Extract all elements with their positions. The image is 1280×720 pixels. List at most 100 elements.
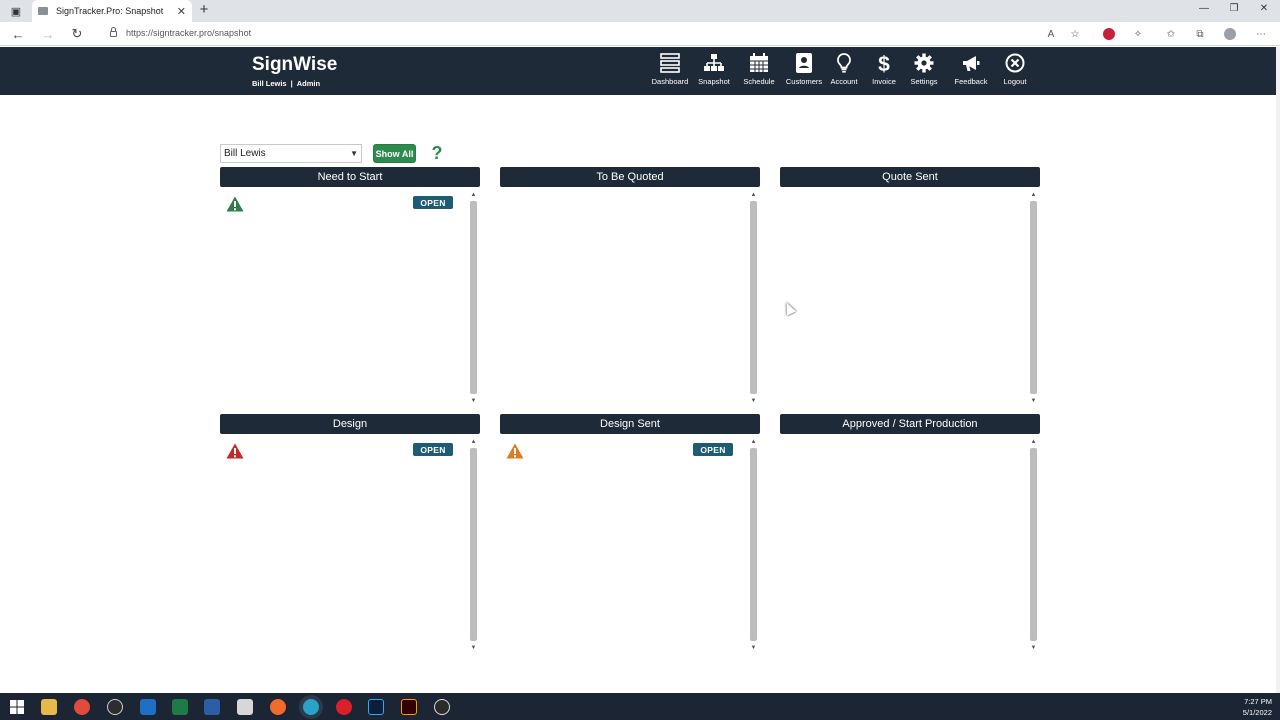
- scroll-thumb[interactable]: [470, 201, 477, 394]
- app-icon-gray[interactable]: [237, 699, 253, 715]
- column-body-to-be-quoted: [500, 190, 760, 405]
- address-book-icon: [796, 53, 812, 73]
- column-scrollbar[interactable]: ▲ ▼: [1029, 191, 1038, 405]
- nav-logout[interactable]: Logout: [992, 53, 1038, 89]
- nav-settings[interactable]: Settings: [901, 53, 947, 89]
- show-all-button[interactable]: Show All: [373, 144, 416, 163]
- scroll-up-icon[interactable]: ▲: [749, 438, 758, 446]
- scroll-thumb[interactable]: [750, 201, 757, 394]
- dollar-icon: $: [878, 53, 890, 73]
- app-icon-red[interactable]: [74, 699, 90, 715]
- photoshop-icon[interactable]: [368, 699, 384, 715]
- outlook-icon[interactable]: [140, 699, 156, 715]
- nav-settings-label: Settings: [910, 77, 938, 86]
- taskbar-clock[interactable]: 7:27 PM 5/1/2022: [1243, 696, 1272, 718]
- collections-icon[interactable]: ⧉: [1193, 27, 1207, 41]
- excel-icon[interactable]: [172, 699, 188, 715]
- scroll-thumb[interactable]: [750, 448, 757, 641]
- read-aloud-icon[interactable]: A: [1044, 27, 1058, 41]
- column-scrollbar[interactable]: ▲ ▼: [469, 191, 478, 405]
- clock-time: 7:27 PM: [1244, 697, 1272, 706]
- screen-recorder-icon[interactable]: [434, 699, 450, 715]
- scroll-up-icon[interactable]: ▲: [1029, 191, 1038, 199]
- nav-snapshot[interactable]: Snapshot: [691, 53, 737, 89]
- nav-dashboard[interactable]: Dashboard: [647, 53, 693, 89]
- scroll-down-icon[interactable]: ▼: [1029, 644, 1038, 652]
- scroll-up-icon[interactable]: ▲: [469, 438, 478, 446]
- forward-icon[interactable]: →: [40, 26, 56, 42]
- restore-window-icon[interactable]: ❐: [1224, 3, 1244, 14]
- open-badge[interactable]: OPEN: [413, 443, 453, 456]
- scroll-thumb[interactable]: [1030, 448, 1037, 641]
- column-body-design: [220, 437, 480, 652]
- user-role: Admin: [296, 79, 321, 88]
- open-badge[interactable]: OPEN: [693, 443, 733, 456]
- word-icon[interactable]: [204, 699, 220, 715]
- svg-text:$: $: [878, 53, 890, 73]
- scroll-thumb[interactable]: [1030, 201, 1037, 394]
- favorite-star-icon[interactable]: ☆: [1068, 27, 1082, 41]
- scroll-down-icon[interactable]: ▼: [469, 644, 478, 652]
- close-window-icon[interactable]: ✕: [1254, 3, 1274, 14]
- warning-icon: [226, 196, 244, 212]
- url-text: https://signtracker.pro/snapshot: [126, 28, 252, 38]
- extension-icon[interactable]: [1102, 27, 1116, 41]
- column-header-quote-sent: Quote Sent: [780, 167, 1040, 187]
- new-tab-icon[interactable]: +: [196, 2, 212, 18]
- back-icon[interactable]: ←: [10, 26, 26, 42]
- scroll-down-icon[interactable]: ▼: [469, 397, 478, 405]
- nav-schedule[interactable]: Schedule: [736, 53, 782, 89]
- close-tab-icon[interactable]: ✕: [177, 5, 186, 18]
- browser-tab-strip: ▣ SignTracker.Pro: Snapshot ✕ + — ❐ ✕: [0, 0, 1280, 22]
- profile-icon[interactable]: [1223, 27, 1237, 41]
- lock-icon: [110, 27, 117, 37]
- scroll-up-icon[interactable]: ▲: [469, 191, 478, 199]
- minimize-window-icon[interactable]: —: [1194, 3, 1214, 14]
- app-header: [0, 47, 1276, 95]
- help-icon[interactable]: ?: [430, 143, 444, 163]
- brand-logo[interactable]: SignWise: [252, 54, 337, 76]
- nav-feedback[interactable]: Feedback: [948, 53, 994, 89]
- url-field[interactable]: https://signtracker.pro/snapshot: [110, 27, 252, 38]
- firefox-icon[interactable]: [270, 699, 286, 715]
- column-body-design-sent: [500, 437, 760, 652]
- user-filter-select[interactable]: Bill Lewis ▼: [220, 144, 362, 163]
- illustrator-icon[interactable]: [401, 699, 417, 715]
- sitemap-icon: [704, 54, 724, 71]
- dashboard-icon: [660, 53, 680, 73]
- warning-icon: [226, 443, 244, 459]
- extensions-puzzle-icon[interactable]: ✧: [1131, 27, 1145, 41]
- user-separator: |: [290, 79, 293, 88]
- scroll-thumb[interactable]: [470, 448, 477, 641]
- column-header-need-to-start: Need to Start: [220, 167, 480, 187]
- warning-icon: [506, 443, 524, 459]
- nav-logout-label: Logout: [1003, 77, 1027, 86]
- start-menu-icon[interactable]: [9, 699, 25, 715]
- column-scrollbar[interactable]: ▲ ▼: [469, 438, 478, 652]
- more-options-icon[interactable]: ⋯: [1254, 27, 1268, 41]
- scroll-up-icon[interactable]: ▲: [749, 191, 758, 199]
- column-scrollbar[interactable]: ▲ ▼: [749, 438, 758, 652]
- scroll-down-icon[interactable]: ▼: [749, 397, 758, 405]
- browser-tab[interactable]: SignTracker.Pro: Snapshot ✕: [32, 0, 192, 22]
- column-body-need-to-start: [220, 190, 480, 405]
- refresh-icon[interactable]: ↻: [69, 26, 85, 42]
- nav-feedback-label: Feedback: [954, 77, 988, 86]
- column-scrollbar[interactable]: ▲ ▼: [749, 191, 758, 405]
- opera-icon[interactable]: [336, 699, 352, 715]
- scroll-down-icon[interactable]: ▼: [749, 644, 758, 652]
- logout-icon: [1005, 53, 1025, 73]
- tab-actions-icon[interactable]: ▣: [8, 3, 24, 19]
- column-scrollbar[interactable]: ▲ ▼: [1029, 438, 1038, 652]
- file-explorer-icon[interactable]: [41, 699, 57, 715]
- scroll-up-icon[interactable]: ▲: [1029, 438, 1038, 446]
- page-scrollbar[interactable]: [1276, 47, 1280, 693]
- open-badge[interactable]: OPEN: [413, 196, 453, 209]
- column-header-to-be-quoted: To Be Quoted: [500, 167, 760, 187]
- chevron-down-icon: ▼: [350, 149, 358, 158]
- app-icon-dark[interactable]: [107, 699, 123, 715]
- edge-icon[interactable]: [303, 699, 319, 715]
- scroll-down-icon[interactable]: ▼: [1029, 397, 1038, 405]
- favorites-icon[interactable]: ✩: [1164, 27, 1178, 41]
- column-header-approved-start-production: Approved / Start Production: [780, 414, 1040, 434]
